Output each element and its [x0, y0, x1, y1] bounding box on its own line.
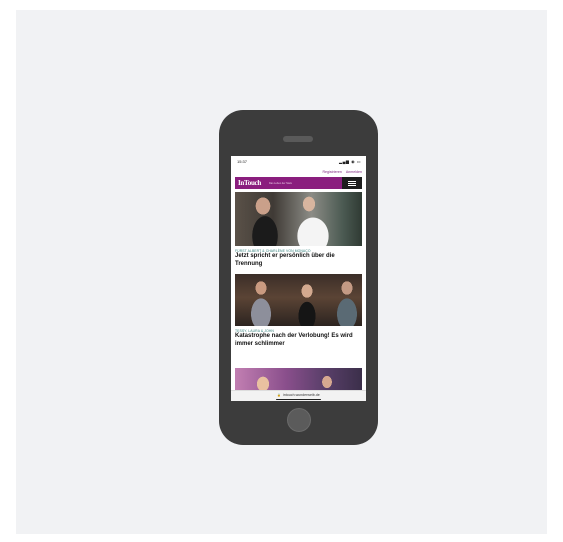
article-image-1[interactable]	[235, 192, 362, 246]
article-kicker-2[interactable]: Tessy, Laura & John	[235, 329, 274, 333]
home-indicator	[276, 399, 321, 401]
article-headline-2[interactable]: Katastrophe nach der Verlobung! Es wird …	[235, 333, 362, 348]
login-link[interactable]: Anmelden	[346, 170, 362, 174]
article-image-3[interactable]	[235, 368, 362, 390]
phone-home-button	[287, 408, 311, 432]
site-tagline: Das Leben der Stars	[269, 181, 292, 185]
article-image-2[interactable]	[235, 274, 362, 326]
lock-icon: 🔒	[277, 393, 281, 397]
site-logo[interactable]: InTouch	[238, 179, 261, 187]
account-bar: Registrieren Anmelden	[231, 167, 366, 177]
status-time: 15:37	[237, 159, 248, 164]
site-header: InTouch Das Leben der Stars	[235, 177, 362, 189]
status-bar: 15:37 ▂▄▆ ◉ ▭	[231, 156, 366, 167]
menu-icon-line	[348, 185, 356, 187]
phone-speaker	[283, 136, 313, 142]
menu-icon-line	[348, 182, 356, 184]
hamburger-menu-button[interactable]	[342, 177, 362, 189]
phone-mockup: 15:37 ▂▄▆ ◉ ▭ Registrieren Anmelden InTo…	[219, 110, 378, 445]
article-headline-1[interactable]: Jetzt spricht er persönlich über die Tre…	[235, 253, 362, 268]
article-kicker-1[interactable]: Fürst Albert & Charlène von Monaco	[235, 249, 311, 253]
status-icons: ▂▄▆ ◉ ▭	[339, 159, 361, 164]
menu-icon-line	[348, 180, 356, 182]
register-link[interactable]: Registrieren	[322, 170, 341, 174]
browser-url: intouch.wunderweib.de	[282, 393, 320, 397]
phone-screen: 15:37 ▂▄▆ ◉ ▭ Registrieren Anmelden InTo…	[231, 156, 366, 401]
